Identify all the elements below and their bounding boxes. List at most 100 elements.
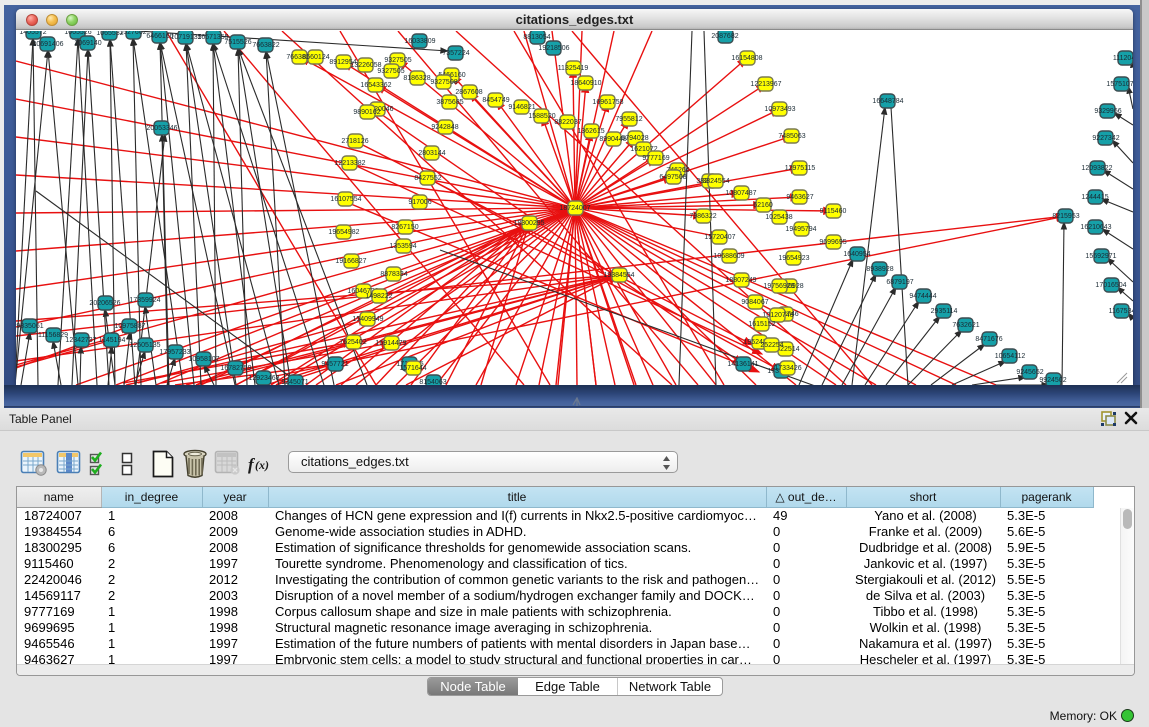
svg-text:1405572: 1405572 — [19, 31, 46, 36]
svg-text:11156829: 11156829 — [38, 332, 68, 339]
svg-text:1640954: 1640954 — [843, 251, 870, 258]
svg-text:7515526: 7515526 — [224, 39, 251, 46]
svg-text:19218506: 19218506 — [538, 45, 569, 52]
svg-text:9924502: 9924502 — [1039, 377, 1066, 384]
svg-text:1244415: 1244415 — [1081, 194, 1108, 201]
svg-text:19166827: 19166827 — [335, 258, 366, 265]
svg-text:17016504: 17016504 — [1095, 282, 1126, 289]
svg-text:8938928: 8938928 — [866, 266, 893, 273]
svg-text:3875685: 3875685 — [436, 99, 463, 106]
svg-text:9777169: 9777169 — [642, 155, 669, 162]
svg-text:(x): (x) — [255, 458, 269, 472]
svg-text:1527602: 1527602 — [119, 31, 146, 36]
svg-text:10807487: 10807487 — [725, 190, 756, 197]
svg-text:7357224: 7357224 — [442, 50, 469, 57]
svg-text:7663822: 7663822 — [252, 42, 279, 49]
svg-text:8215953: 8215953 — [1052, 213, 1079, 220]
svg-text:15720407: 15720407 — [704, 234, 735, 241]
svg-text:12213382: 12213382 — [334, 160, 365, 167]
svg-text:17359924: 17359924 — [129, 297, 160, 304]
svg-text:9835061: 9835061 — [16, 323, 43, 330]
svg-text:9245652: 9245652 — [1016, 369, 1043, 376]
svg-text:7625402: 7625402 — [339, 339, 366, 346]
svg-text:1112048: 1112048 — [1113, 55, 1133, 62]
svg-text:7485063: 7485063 — [778, 133, 805, 140]
svg-text:12213967: 12213967 — [750, 81, 781, 88]
svg-text:9327505: 9327505 — [384, 57, 411, 64]
svg-text:15409949: 15409949 — [352, 316, 383, 323]
svg-text:18300295: 18300295 — [513, 220, 544, 227]
svg-text:7986322: 7986322 — [689, 213, 716, 220]
svg-text:1065526: 1065526 — [64, 31, 91, 36]
svg-text:16033809: 16033809 — [404, 38, 435, 45]
svg-text:9463627: 9463627 — [786, 194, 813, 201]
svg-text:9242848: 9242848 — [431, 124, 458, 131]
svg-text:1615152: 1615152 — [748, 321, 775, 328]
svg-text:12923468: 12923468 — [248, 375, 279, 382]
svg-text:8660124: 8660124 — [302, 54, 329, 61]
svg-text:8427552: 8427552 — [414, 175, 441, 182]
svg-text:19384554: 19384554 — [603, 272, 634, 279]
svg-text:3824554: 3824554 — [702, 178, 729, 185]
svg-text:9327505: 9327505 — [377, 68, 404, 75]
svg-text:16961758: 16961758 — [592, 99, 623, 106]
svg-text:1353594: 1353594 — [389, 243, 416, 250]
svg-text:8813054: 8813054 — [523, 34, 550, 41]
svg-text:62160: 62160 — [753, 202, 773, 209]
svg-text:16154808: 16154808 — [731, 55, 762, 62]
svg-text:10973493: 10973493 — [764, 106, 795, 113]
svg-text:9699695: 9699695 — [819, 239, 846, 246]
svg-text:18724007: 18724007 — [559, 205, 590, 212]
svg-text:16210643: 16210643 — [1080, 224, 1111, 231]
svg-text:252254: 252254 — [760, 342, 783, 349]
svg-text:1498222: 1498222 — [365, 293, 392, 300]
svg-text:16914479: 16914479 — [375, 340, 406, 347]
svg-text:9890162: 9890162 — [353, 109, 380, 116]
svg-text:8878334: 8878334 — [380, 271, 407, 278]
svg-text:1025438: 1025438 — [765, 214, 792, 221]
svg-text:15692971: 15692971 — [1085, 253, 1116, 260]
svg-text:8454749: 8454749 — [482, 97, 509, 104]
svg-text:9146821: 9146821 — [508, 104, 535, 111]
svg-text:10688609: 10688609 — [713, 253, 744, 260]
svg-text:6879197: 6879197 — [886, 279, 913, 286]
svg-text:14136141: 14136141 — [727, 361, 758, 368]
svg-text:15751074: 15751074 — [1106, 81, 1133, 88]
svg-text:2087682: 2087682 — [711, 33, 738, 40]
svg-text:9457721: 9457721 — [321, 361, 348, 368]
svg-text:7632621: 7632621 — [952, 322, 979, 329]
svg-text:12093822: 12093822 — [1081, 165, 1112, 172]
svg-text:7955812: 7955812 — [615, 116, 642, 123]
svg-text:19654923: 19654923 — [778, 255, 809, 262]
svg-text:19756928: 19756928 — [763, 283, 794, 290]
svg-text:18807249: 18807249 — [725, 277, 756, 284]
svg-text:11325419: 11325419 — [558, 65, 589, 72]
svg-text:6497508: 6497508 — [659, 174, 686, 181]
svg-text:8186328: 8186328 — [403, 75, 430, 82]
svg-text:9329966: 9329966 — [1094, 108, 1121, 115]
svg-text:19654982: 19654982 — [328, 229, 359, 236]
svg-text:9227342: 9227342 — [1092, 135, 1119, 142]
svg-text:1362615: 1362615 — [577, 128, 604, 135]
svg-text:8822037: 8822037 — [554, 119, 581, 126]
svg-text:20053346: 20053346 — [146, 125, 177, 132]
svg-text:6794028: 6794028 — [621, 135, 648, 142]
svg-text:1145194: 1145194 — [99, 337, 126, 344]
svg-text:917006: 917006 — [408, 199, 431, 206]
svg-text:9474444: 9474444 — [909, 293, 936, 300]
svg-text:20206526: 20206526 — [89, 300, 120, 307]
svg-text:2069140: 2069140 — [74, 40, 101, 47]
svg-text:2867608: 2867608 — [455, 89, 482, 96]
svg-text:9115460: 9115460 — [820, 208, 847, 215]
svg-text:1167534: 1167534 — [1109, 308, 1133, 315]
svg-text:17957233: 17957233 — [159, 349, 190, 356]
svg-text:2718126: 2718126 — [341, 138, 368, 145]
svg-text:1588520: 1588520 — [528, 113, 555, 120]
svg-text:9327508: 9327508 — [430, 79, 457, 86]
svg-text:2803144: 2803144 — [418, 150, 445, 157]
svg-text:8471676: 8471676 — [975, 336, 1002, 343]
svg-text:10975887: 10975887 — [114, 323, 145, 330]
svg-text:9084067: 9084067 — [741, 299, 768, 306]
svg-text:10654112: 10654112 — [995, 353, 1026, 360]
svg-text:18640910: 18640910 — [570, 80, 601, 87]
